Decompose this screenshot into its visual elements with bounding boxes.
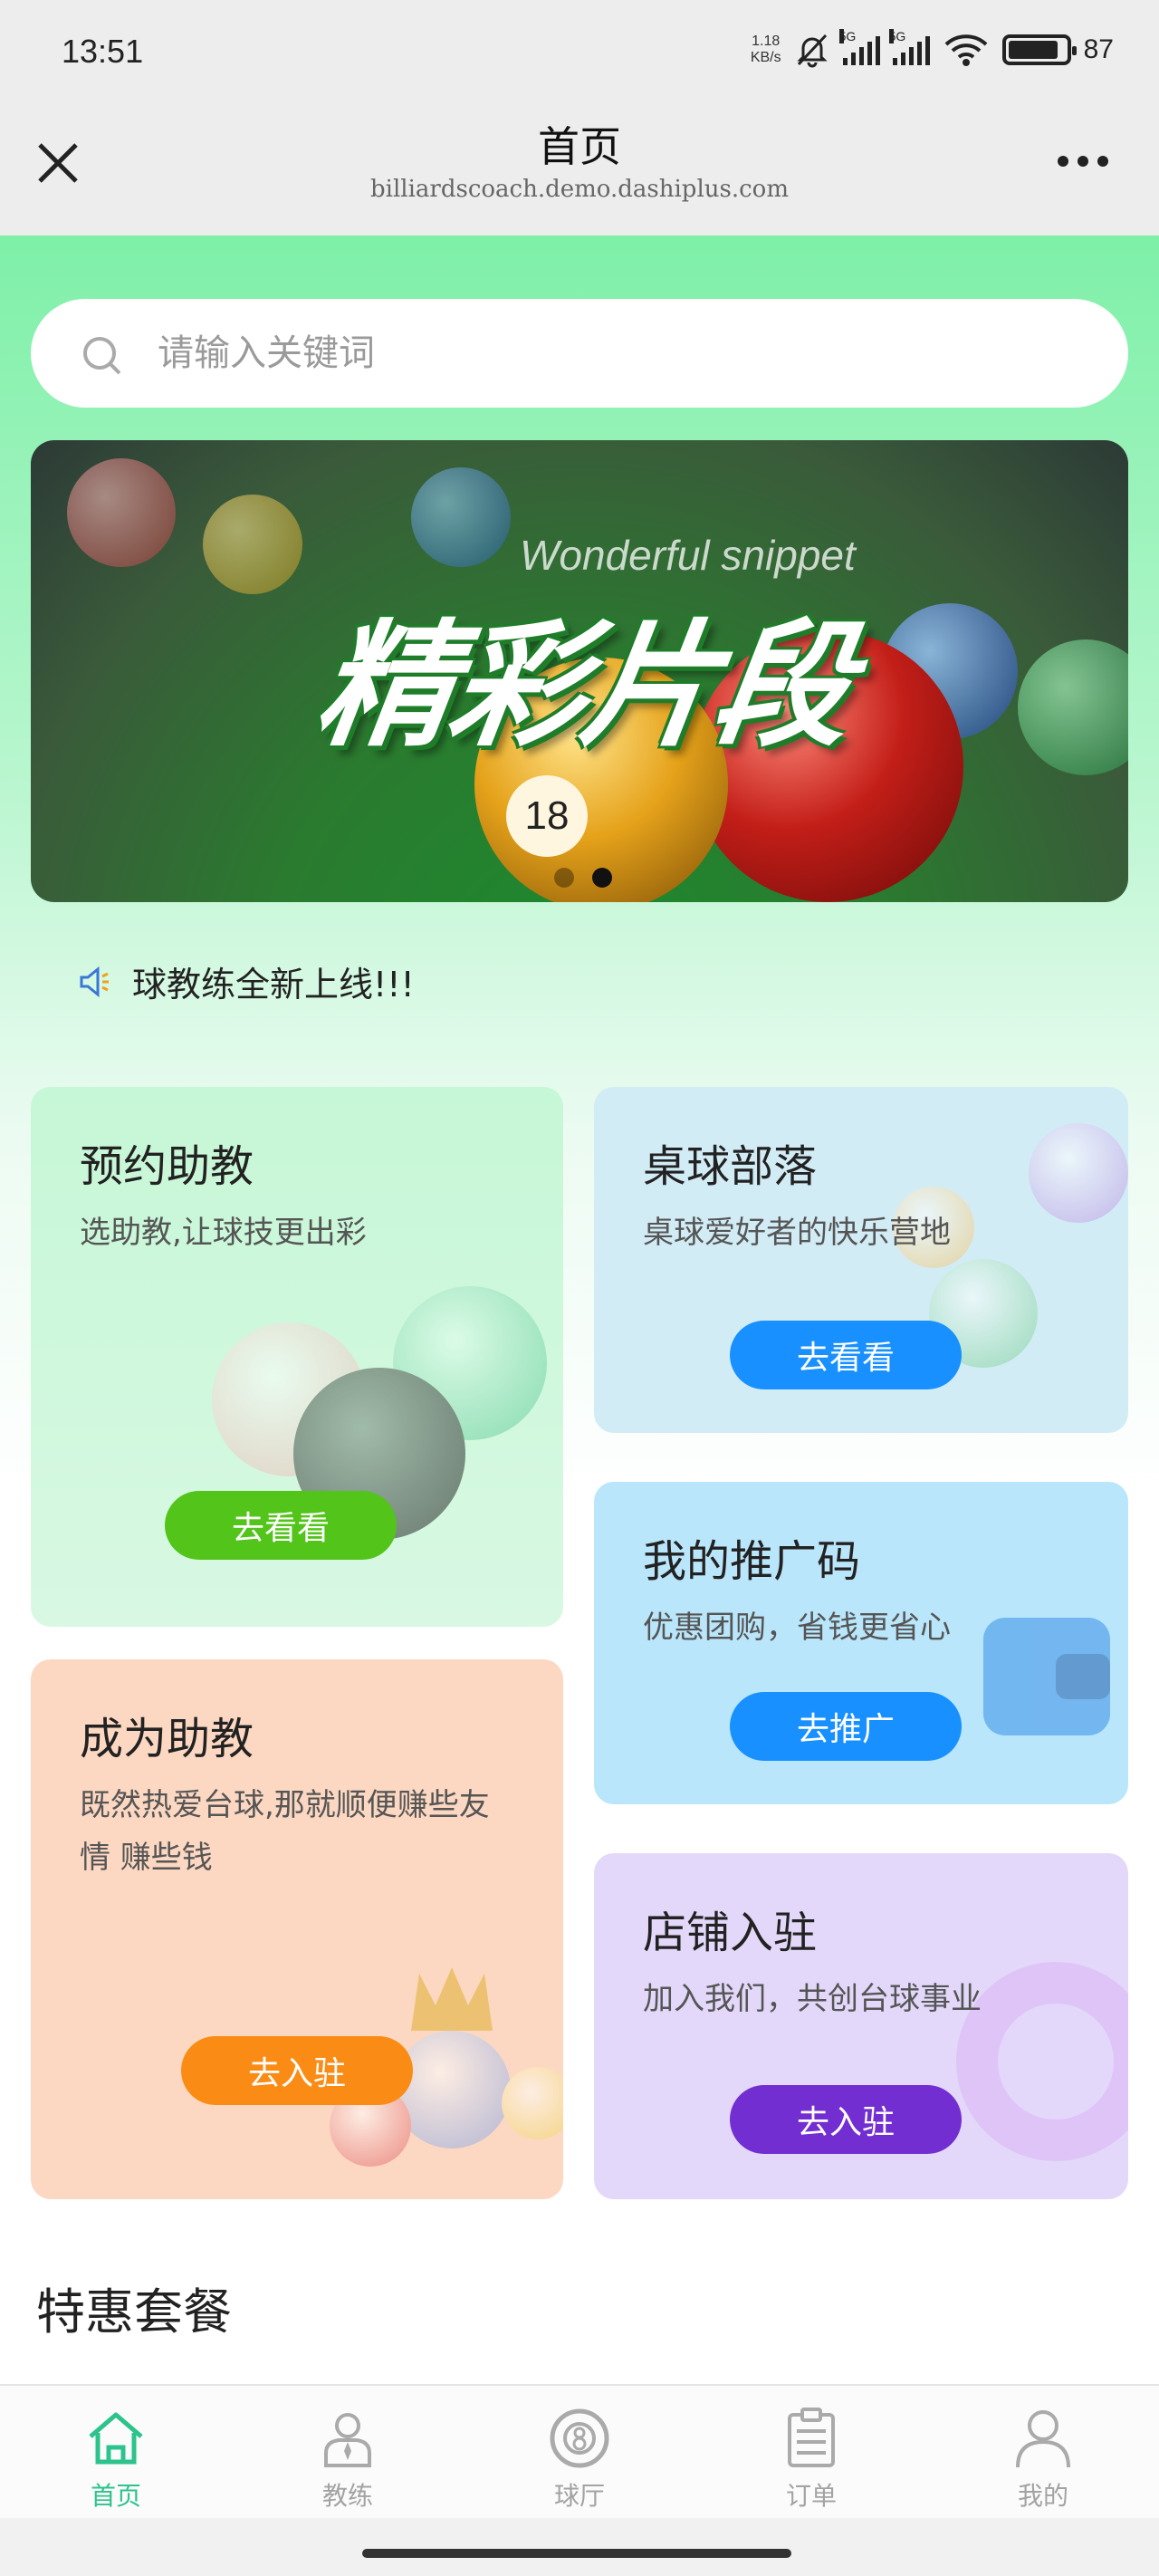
book-assistant-button[interactable]: 去看看 <box>165 1491 397 1560</box>
nav-label: 订单 <box>785 2481 837 2511</box>
banner-ball <box>67 458 176 567</box>
banner-title: 精彩片段 <box>307 608 859 765</box>
system-home-bar <box>0 2518 1159 2576</box>
section-title: 特惠套餐 <box>36 2283 232 2341</box>
user-icon <box>1016 2410 1070 2468</box>
banner-ball <box>411 467 511 567</box>
home-indicator[interactable] <box>362 2549 791 2558</box>
billiards-tribe-button[interactable]: 去看看 <box>730 1321 962 1389</box>
banner-carousel[interactable]: 18 Wonderful snippet 精彩片段 <box>31 440 1128 902</box>
nav-item-hall[interactable]: 球厅 <box>464 2386 695 2518</box>
speaker-icon <box>80 966 109 997</box>
battery-fill <box>1008 41 1058 59</box>
page-url: billiardscoach.demo.dashiplus.com <box>370 176 789 203</box>
billiard-hall-icon <box>550 2408 609 2468</box>
banner-ball <box>203 495 302 594</box>
bottom-nav: 首页 教练 球厅 订单 我的 <box>0 2384 1159 2518</box>
card-book-assistant[interactable]: 预约助教 选助教,让球技更出彩 去看看 <box>31 1087 563 1627</box>
page-title: 首页 <box>538 122 621 171</box>
nav-item-orders[interactable]: 订单 <box>695 2386 927 2518</box>
network-speed: 1.18 KB/s <box>750 34 781 65</box>
nav-label: 球厅 <box>553 2481 605 2511</box>
card-description: 选助教,让球技更出彩 <box>80 1215 367 1251</box>
banner-ball-number: 18 <box>506 775 588 857</box>
notice-bar[interactable]: 球教练全新上线!!! <box>76 956 415 1006</box>
card-title: 我的推广码 <box>643 1536 861 1587</box>
search-bar[interactable] <box>31 299 1128 408</box>
home-content: 18 Wonderful snippet 精彩片段 球教练全新上线!!! 预约助… <box>0 235 1159 2382</box>
battery-icon <box>1001 34 1077 65</box>
coach-icon <box>324 2413 371 2467</box>
battery-percent: 87 <box>1083 34 1114 64</box>
card-billiards-tribe[interactable]: 桌球部落 桌球爱好者的快乐营地 去看看 <box>594 1087 1128 1433</box>
nav-item-profile[interactable]: 我的 <box>927 2386 1159 2518</box>
nav-item-coach[interactable]: 教练 <box>232 2386 464 2518</box>
notice-text: 球教练全新上线!!! <box>132 965 415 1004</box>
ring-decoration <box>956 1962 1128 2161</box>
signal-icon: 5G <box>888 29 930 65</box>
card-title: 店铺入驻 <box>643 1908 818 1958</box>
nav-item-home[interactable]: 首页 <box>0 2386 232 2518</box>
nav-label: 首页 <box>90 2481 141 2511</box>
status-time: 13:51 <box>62 33 144 70</box>
nav-label: 我的 <box>1017 2481 1068 2511</box>
status-bar: 13:51 1.18 KB/s 5G 5G 87 <box>0 0 1159 101</box>
home-icon <box>89 2412 143 2465</box>
card-description: 既然热爱台球,那就顺便赚些友情 赚些钱 <box>80 1787 490 1876</box>
card-description: 加入我们，共创台球事业 <box>643 1981 982 2017</box>
bell-muted-icon <box>797 34 828 68</box>
card-title: 成为助教 <box>80 1714 254 1764</box>
card-title: 预约助教 <box>80 1141 254 1192</box>
carousel-dot[interactable] <box>554 868 574 888</box>
banner-subtitle: Wonderful snippet <box>520 532 856 579</box>
search-icon <box>83 337 121 375</box>
more-menu-icon[interactable] <box>1058 150 1116 172</box>
card-description: 优惠团购，省钱更省心 <box>643 1610 951 1646</box>
card-title: 桌球部落 <box>643 1141 818 1192</box>
nav-label: 教练 <box>321 2481 373 2511</box>
banner-ball <box>1018 639 1128 775</box>
card-promo-code[interactable]: 我的推广码 优惠团购，省钱更省心 去推广 <box>594 1482 1128 1804</box>
promote-button[interactable]: 去推广 <box>730 1692 962 1761</box>
carousel-dots <box>554 868 612 888</box>
order-icon <box>788 2408 835 2467</box>
become-assistant-button[interactable]: 去入驻 <box>181 2036 413 2105</box>
title-bar: 首页 billiardscoach.demo.dashiplus.com <box>0 101 1159 235</box>
signal-icon: 5G <box>838 29 880 65</box>
wifi-icon <box>944 34 987 66</box>
card-description: 桌球爱好者的快乐营地 <box>643 1215 951 1251</box>
wallet-image <box>974 1591 1119 1772</box>
card-shop-join[interactable]: 店铺入驻 加入我们，共创台球事业 去入驻 <box>594 1853 1128 2199</box>
card-become-assistant[interactable]: 成为助教 既然热爱台球,那就顺便赚些友情 赚些钱 去入驻 <box>31 1659 563 2199</box>
status-icons: 1.18 KB/s 5G 5G 87 <box>751 27 1114 72</box>
shop-join-button[interactable]: 去入驻 <box>730 2085 962 2154</box>
carousel-dot-active[interactable] <box>592 868 612 888</box>
search-input[interactable] <box>158 322 1063 384</box>
